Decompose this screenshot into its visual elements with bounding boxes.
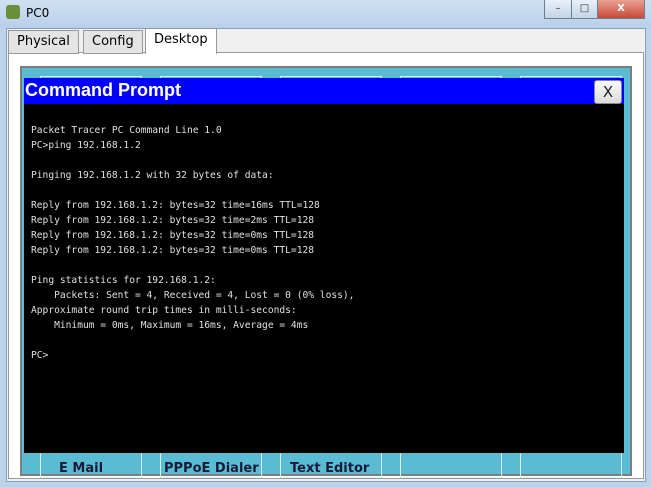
text-editor-app-label[interactable]: Text Editor (290, 461, 369, 476)
tab-desktop[interactable]: Desktop (145, 28, 217, 54)
command-prompt-titlebar: Command Prompt X (24, 78, 624, 104)
tab-config[interactable]: Config (83, 30, 143, 54)
console-line: Approximate round trip times in milli-se… (31, 305, 297, 316)
close-window-button[interactable]: X (597, 0, 645, 19)
command-prompt-title: Command Prompt (25, 80, 182, 100)
command-prompt-close-button[interactable]: X (594, 80, 622, 104)
command-prompt-console[interactable]: Packet Tracer PC Command Line 1.0 PC>ping… (24, 104, 624, 453)
console-line: Packet Tracer PC Command Line 1.0 (31, 125, 222, 136)
console-line: PC>ping 192.168.1.2 (31, 140, 141, 151)
title-bar: PC0 – □ X (0, 0, 651, 28)
console-line: Pinging 192.168.1.2 with 32 bytes of dat… (31, 170, 274, 181)
tab-physical[interactable]: Physical (8, 30, 79, 54)
console-line: Ping statistics for 192.168.1.2: (31, 275, 216, 286)
window-title: PC0 (26, 6, 50, 20)
console-line: Minimum = 0ms, Maximum = 16ms, Average =… (31, 320, 309, 331)
maximize-button[interactable]: □ (571, 0, 598, 19)
packet-tracer-pc-icon (6, 5, 20, 19)
console-line: Reply from 192.168.1.2: bytes=32 time=0m… (31, 230, 315, 241)
pppoe-app-label[interactable]: PPPoE Dialer (164, 461, 259, 476)
console-line: PC> (31, 350, 49, 361)
email-app-label[interactable]: E Mail (59, 461, 103, 476)
console-line: Packets: Sent = 4, Received = 4, Lost = … (31, 290, 355, 301)
minimize-button[interactable]: – (544, 0, 572, 19)
console-line: Reply from 192.168.1.2: bytes=32 time=0m… (31, 245, 315, 256)
console-line: Reply from 192.168.1.2: bytes=32 time=16… (31, 200, 320, 211)
console-line: Reply from 192.168.1.2: bytes=32 time=2m… (31, 215, 315, 226)
